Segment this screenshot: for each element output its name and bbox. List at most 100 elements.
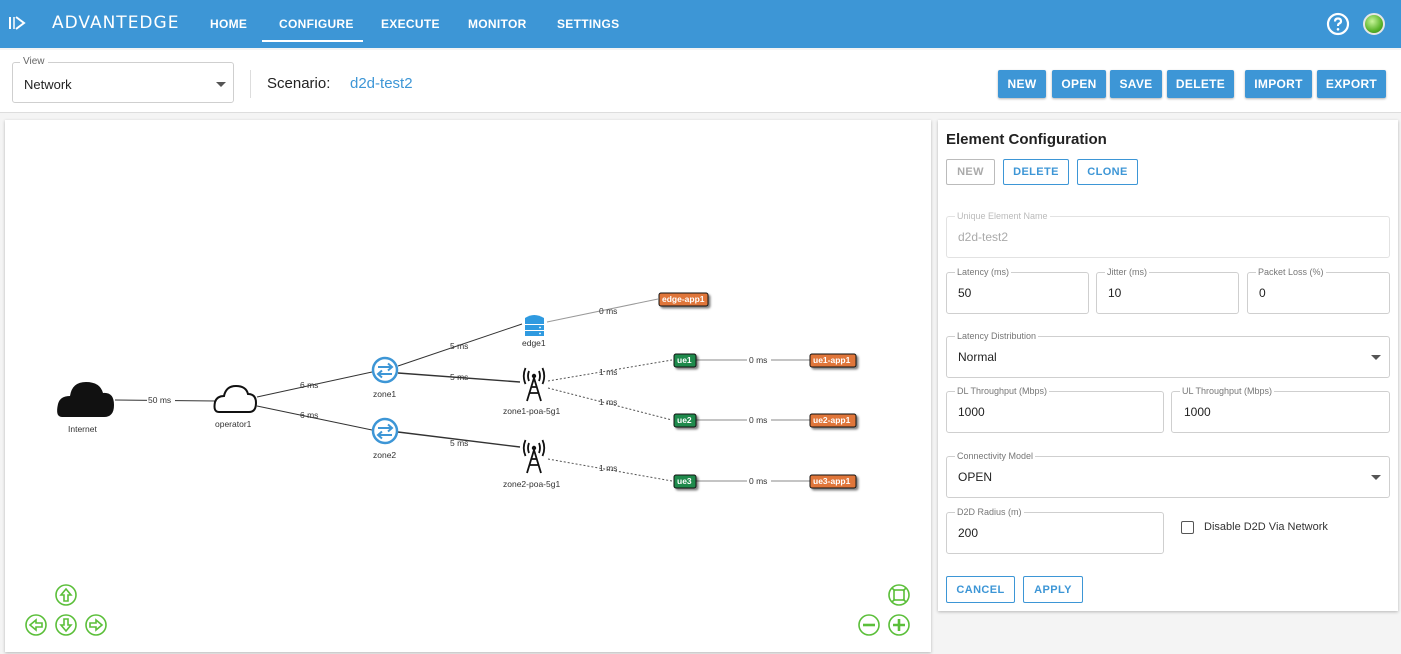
- export-scenario-button[interactable]: EXPORT: [1317, 70, 1386, 98]
- node-label-zone1: zone1: [373, 389, 396, 399]
- zoom-out-icon[interactable]: [858, 614, 880, 636]
- latency-value: 50: [958, 286, 972, 300]
- jitter-label: Jitter (ms): [1105, 267, 1149, 277]
- toolbar-divider: [250, 70, 251, 98]
- fit-view-icon[interactable]: [888, 584, 910, 606]
- ul-throughput-value: 1000: [1184, 405, 1211, 419]
- active-tab-indicator: [262, 40, 363, 42]
- element-name-field[interactable]: [946, 216, 1390, 258]
- cell-tower-icon[interactable]: [522, 367, 546, 402]
- import-scenario-button[interactable]: IMPORT: [1245, 70, 1312, 98]
- chevron-down-icon: [1371, 475, 1381, 480]
- app-node[interactable]: ue1-app1: [809, 353, 857, 368]
- ue-label: ue1: [677, 355, 692, 365]
- brand-name: ADVANTEDGE: [52, 13, 180, 33]
- new-element-button[interactable]: NEW: [946, 159, 995, 185]
- latency-distribution-value: Normal: [958, 350, 997, 364]
- nav-home[interactable]: HOME: [210, 17, 247, 31]
- connectivity-model-select[interactable]: [946, 456, 1390, 498]
- delete-element-button[interactable]: DELETE: [1003, 159, 1069, 185]
- connectivity-model-label: Connectivity Model: [955, 451, 1036, 461]
- ue-node[interactable]: ue1: [673, 353, 697, 368]
- nav-settings[interactable]: SETTINGS: [557, 17, 619, 31]
- chevron-down-icon: [216, 82, 226, 87]
- latency-label: 5 ms: [450, 372, 468, 382]
- pan-left-icon[interactable]: [25, 614, 47, 636]
- app-node[interactable]: edge-app1: [658, 292, 709, 307]
- scenario-label: Scenario:: [267, 75, 331, 92]
- cancel-button[interactable]: CANCEL: [946, 576, 1015, 603]
- internet-cloud-icon[interactable]: [57, 382, 114, 417]
- scenario-name: d2d-test2: [350, 75, 413, 92]
- view-select-label: View: [20, 56, 48, 67]
- latency-label: Latency (ms): [955, 267, 1012, 277]
- app-label: ue1-app1: [813, 355, 851, 365]
- latency-label: 1 ms: [599, 397, 617, 407]
- graph-edges: [114, 298, 810, 482]
- latency-label: 1 ms: [599, 367, 617, 377]
- app-node[interactable]: ue3-app1: [809, 474, 857, 489]
- view-select-value: Network: [24, 77, 72, 92]
- element-name-value: d2d-test2: [958, 230, 1009, 244]
- open-scenario-button[interactable]: OPEN: [1052, 70, 1106, 98]
- ul-throughput-label: UL Throughput (Mbps): [1180, 386, 1275, 396]
- app-label: edge-app1: [662, 294, 705, 304]
- zone1-router-icon[interactable]: [371, 356, 399, 384]
- latency-label: 0 ms: [599, 306, 617, 316]
- node-label-zone1-poa: zone1-poa-5g1: [503, 406, 560, 416]
- node-label-operator1: operator1: [215, 419, 252, 429]
- latency-distribution-label: Latency Distribution: [955, 331, 1039, 341]
- connectivity-model-value: OPEN: [958, 470, 993, 484]
- zoom-in-icon[interactable]: [888, 614, 910, 636]
- clone-element-button[interactable]: CLONE: [1077, 159, 1138, 185]
- packet-loss-label: Packet Loss (%): [1256, 267, 1326, 277]
- apply-button[interactable]: APPLY: [1023, 576, 1083, 603]
- new-scenario-button[interactable]: NEW: [998, 70, 1046, 98]
- app-node[interactable]: ue2-app1: [809, 413, 857, 428]
- latency-label: 1 ms: [599, 463, 617, 473]
- app-label: ue3-app1: [813, 476, 851, 486]
- disable-d2d-checkbox[interactable]: [1181, 521, 1194, 534]
- help-icon[interactable]: [1326, 12, 1350, 36]
- latency-label: 5 ms: [450, 341, 468, 351]
- element-name-label: Unique Element Name: [955, 211, 1050, 221]
- latency-label: 0 ms: [749, 476, 767, 486]
- latency-label: 6 ms: [300, 410, 318, 420]
- latency-distribution-select[interactable]: [946, 336, 1390, 378]
- save-scenario-button[interactable]: SAVE: [1110, 70, 1162, 98]
- packet-loss-value: 0: [1259, 286, 1266, 300]
- pan-right-icon[interactable]: [85, 614, 107, 636]
- nav-configure[interactable]: CONFIGURE: [279, 17, 354, 31]
- cell-tower-icon[interactable]: [522, 439, 546, 474]
- d2d-radius-value: 200: [958, 526, 979, 540]
- edge-server-icon[interactable]: [525, 315, 544, 336]
- network-graph-panel[interactable]: 50 ms 6 ms 6 ms 5 ms 5 ms 5 ms 0 ms 1 ms…: [5, 120, 931, 652]
- ue-node[interactable]: ue2: [673, 413, 697, 428]
- latency-label: 0 ms: [749, 415, 767, 425]
- latency-label: 0 ms: [749, 355, 767, 365]
- delete-scenario-button[interactable]: DELETE: [1167, 70, 1234, 98]
- app-label: ue2-app1: [813, 415, 851, 425]
- dl-throughput-value: 1000: [958, 405, 985, 419]
- zone2-router-icon[interactable]: [371, 417, 399, 445]
- ue-label: ue2: [677, 415, 692, 425]
- nav-monitor[interactable]: MONITOR: [468, 17, 527, 31]
- dl-throughput-label: DL Throughput (Mbps): [955, 386, 1050, 396]
- logo-arrow-icon[interactable]: [8, 14, 26, 32]
- ue-node[interactable]: ue3: [673, 474, 697, 489]
- d2d-radius-field[interactable]: [946, 512, 1164, 554]
- chevron-down-icon: [1371, 355, 1381, 360]
- d2d-radius-label: D2D Radius (m): [955, 507, 1024, 517]
- node-label-zone2: zone2: [373, 450, 396, 460]
- node-label-edge1: edge1: [522, 338, 546, 348]
- latency-label: 5 ms: [450, 438, 468, 448]
- pan-up-icon[interactable]: [55, 584, 77, 606]
- ue-label: ue3: [677, 476, 692, 486]
- jitter-value: 10: [1108, 286, 1122, 300]
- latency-label: 6 ms: [300, 380, 318, 390]
- nav-execute[interactable]: EXECUTE: [381, 17, 440, 31]
- packet-loss-field[interactable]: [1247, 272, 1390, 314]
- operator-cloud-icon[interactable]: [213, 384, 258, 413]
- pan-down-icon[interactable]: [55, 614, 77, 636]
- status-indicator-icon: [1363, 13, 1385, 35]
